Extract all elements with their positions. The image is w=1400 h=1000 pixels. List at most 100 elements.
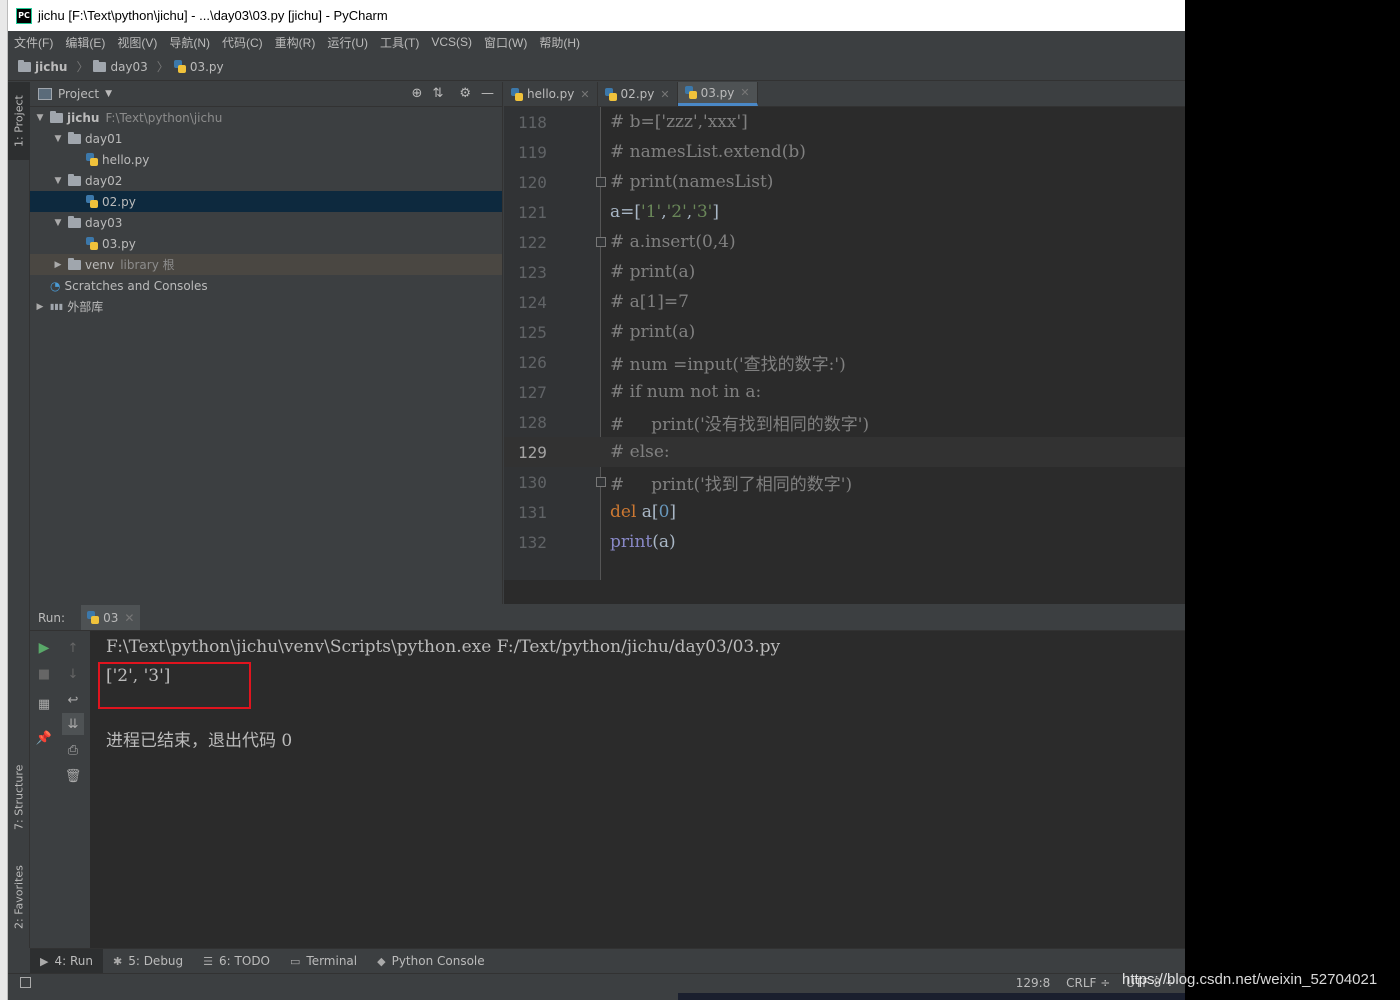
editor-tab[interactable]: 02.py ✕ (598, 82, 678, 106)
caret-position[interactable]: 129:8 (1016, 976, 1051, 990)
favorites-tool-tab[interactable]: 2: Favorites (8, 852, 30, 942)
console-output[interactable]: F:\Text\python\jichu\venv\Scripts\python… (90, 631, 1185, 948)
tree-item[interactable]: ▼ jichu F:\Text\python\jichu (30, 107, 502, 128)
code-line[interactable]: 131 del a[0] (504, 497, 1185, 527)
tree-item[interactable]: ▶ venv library 根 (30, 254, 502, 275)
expand-arrow-icon[interactable]: ▼ (52, 176, 64, 186)
tree-item[interactable]: 03.py (30, 233, 502, 254)
tree-item[interactable]: 02.py (30, 191, 502, 212)
rerun-play-icon[interactable]: ▶ (33, 637, 55, 659)
tree-item[interactable]: ▶ ▮▮▮ 外部库 (30, 296, 502, 317)
editor-tab[interactable]: 03.py ✕ (677, 82, 758, 106)
code-line[interactable]: 124 # a[1]=7 (504, 287, 1185, 317)
collapse-arrow-icon[interactable]: ▶ (52, 260, 64, 270)
editor-bottom (504, 580, 1185, 604)
tree-item[interactable]: ◔ Scratches and Consoles (30, 275, 502, 296)
folder-icon (68, 257, 81, 270)
code-text: # print('没有找到相同的数字') (610, 414, 870, 435)
breadcrumb-folder[interactable]: day03 (93, 59, 148, 74)
code-line[interactable]: 122 # a.insert(0,4) (504, 227, 1185, 257)
collapse-arrow-icon[interactable]: ▶ (34, 302, 46, 312)
close-icon[interactable]: ✕ (124, 611, 134, 625)
up-arrow-icon[interactable]: ↑ (62, 637, 84, 659)
bottom-tab[interactable]: ✱ 5: Debug (103, 949, 193, 974)
code-line[interactable]: 123 # print(a) (504, 257, 1185, 287)
code-editor[interactable]: hello.py ✕ 02.py ✕ 03.py ✕ 118 # b=['zzz','xxx… (504, 82, 1185, 604)
code-line[interactable]: 127 # if num not in a: (504, 377, 1185, 407)
code-line[interactable]: 129 # else: (504, 437, 1185, 467)
fold-marker-icon[interactable] (596, 237, 606, 247)
collapse-all-icon[interactable]: ⇅ (432, 86, 443, 101)
code-line[interactable]: 130 # print('找到了相同的数字') (504, 467, 1185, 497)
print-icon[interactable]: ⎙ (62, 739, 84, 761)
fold-marker-icon[interactable] (596, 177, 606, 187)
project-tool-tab[interactable]: 1: Project (8, 82, 30, 160)
breadcrumb-project[interactable]: jichu (18, 59, 67, 74)
menu-item[interactable]: 帮助(H) (539, 34, 580, 51)
code-line[interactable]: 128 # print('没有找到相同的数字') (504, 407, 1185, 437)
tree-item[interactable]: ▼ day02 (30, 170, 502, 191)
menu-item[interactable]: 文件(F) (14, 34, 53, 51)
line-separator[interactable]: CRLF ÷ (1066, 976, 1110, 990)
locate-icon[interactable]: ⊕ (412, 86, 423, 101)
close-icon[interactable]: ✕ (660, 88, 669, 101)
code-line[interactable]: 118 # b=['zzz','xxx'] (504, 107, 1185, 137)
code-text: print(a) (610, 532, 676, 552)
structure-tool-tab[interactable]: 7: Structure (8, 752, 30, 842)
trash-icon[interactable]: 🗑 (62, 765, 84, 787)
code-text: # print(a) (610, 262, 696, 282)
menu-item[interactable]: 重构(R) (275, 34, 316, 51)
menu-item[interactable]: 运行(U) (327, 34, 368, 51)
code-line[interactable]: 125 # print(a) (504, 317, 1185, 347)
gear-icon[interactable]: ⚙ (459, 86, 471, 101)
bottom-tab-label: Python Console (391, 954, 485, 968)
project-view-selector[interactable]: Project (58, 87, 99, 101)
tree-item[interactable]: ▼ day03 (30, 212, 502, 233)
chevron-down-icon[interactable]: ▼ (105, 89, 112, 99)
list-icon: ☰ (203, 954, 214, 968)
menu-item[interactable]: 窗口(W) (484, 34, 527, 51)
expand-arrow-icon[interactable]: ▼ (52, 134, 64, 144)
code-line[interactable]: 126 # num =input('查找的数字:') (504, 347, 1185, 377)
scroll-to-end-icon[interactable]: ⇊ (62, 713, 84, 735)
python-file-icon (86, 153, 98, 166)
bottom-tab[interactable]: ◆ Python Console (367, 949, 495, 974)
expand-arrow-icon[interactable]: ▼ (52, 218, 64, 228)
layout-icon[interactable]: ▦ (33, 693, 55, 715)
code-line[interactable]: 132 print(a) (504, 527, 1185, 557)
code-area[interactable]: 118 # b=['zzz','xxx'] 119 # namesList.exten… (504, 107, 1185, 557)
breadcrumb-file[interactable]: 03.py (173, 60, 224, 74)
tree-item[interactable]: hello.py (30, 149, 502, 170)
run-config-tab[interactable]: 03 ✕ (81, 605, 141, 630)
tree-item[interactable]: ▼ day01 (30, 128, 502, 149)
expand-arrow-icon[interactable]: ▼ (34, 113, 46, 123)
close-icon[interactable]: ✕ (580, 88, 589, 101)
bottom-tab[interactable]: ▭ Terminal (280, 949, 367, 974)
menu-item[interactable]: VCS(S) (431, 35, 472, 49)
code-text: # namesList.extend(b) (610, 142, 806, 162)
code-line[interactable]: 120 # print(namesList) (504, 167, 1185, 197)
pycharm-logo-icon: PC (16, 7, 32, 24)
menu-item[interactable]: 视图(V) (117, 34, 157, 51)
editor-tab[interactable]: hello.py ✕ (504, 82, 598, 106)
fold-marker-icon[interactable] (596, 477, 606, 487)
bottom-tool-tabs: ▶ 4: Run ✱ 5: Debug ☰ 6: TODO ▭ Terminal ◆ Python… (30, 948, 1185, 974)
menu-item[interactable]: 导航(N) (169, 34, 210, 51)
code-line[interactable]: 119 # namesList.extend(b) (504, 137, 1185, 167)
code-line[interactable]: 121 a=['1','2','3'] (504, 197, 1185, 227)
menu-item[interactable]: 代码(C) (222, 34, 263, 51)
pin-icon[interactable]: 📌 (33, 727, 55, 749)
bottom-tab[interactable]: ▶ 4: Run (30, 948, 103, 974)
stop-icon[interactable]: ■ (33, 663, 55, 685)
minimize-icon[interactable]: — (481, 86, 494, 101)
toggle-tool-windows-icon[interactable] (20, 977, 31, 988)
python-file-icon (86, 195, 98, 208)
bottom-tab-label: Terminal (306, 954, 358, 968)
close-icon[interactable]: ✕ (740, 86, 749, 99)
menu-item[interactable]: 编辑(E) (65, 34, 105, 51)
down-arrow-icon[interactable]: ↓ (62, 663, 84, 685)
soft-wrap-icon[interactable]: ↩ (62, 689, 84, 711)
chevron-right-icon: 〉 (76, 60, 89, 74)
bottom-tab[interactable]: ☰ 6: TODO (193, 949, 280, 974)
menu-item[interactable]: 工具(T) (380, 34, 419, 51)
